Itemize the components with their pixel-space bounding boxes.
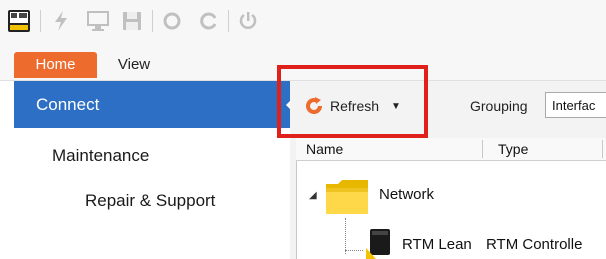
undo-icon[interactable] [158, 8, 186, 34]
grouping-select[interactable]: Interfac [545, 92, 606, 118]
nav-item-connect[interactable]: Connect [14, 81, 290, 128]
nav-item-repair-support[interactable]: Repair & Support [85, 191, 215, 211]
app-logo-icon[interactable] [6, 8, 32, 34]
redo-icon[interactable] [194, 8, 222, 34]
left-navigation: Connect Maintenance Repair & Support [0, 81, 290, 259]
column-divider[interactable] [602, 140, 603, 158]
quick-access-toolbar [0, 0, 606, 46]
controller-device-icon [366, 229, 390, 259]
column-type[interactable]: Type [498, 141, 528, 157]
device-name[interactable]: RTM Lean [402, 236, 472, 253]
toolbar-separator [40, 10, 41, 32]
device-type: RTM Controlle [486, 236, 583, 253]
tab-view[interactable]: View [114, 52, 154, 78]
column-name[interactable]: Name [306, 141, 343, 157]
tree-connector [345, 218, 347, 254]
tree-connector [345, 250, 363, 252]
toolbar-separator [152, 10, 153, 32]
save-icon[interactable] [118, 8, 146, 34]
highlight-box [277, 65, 428, 138]
column-header: Name Type [296, 138, 606, 161]
column-divider[interactable] [482, 140, 483, 158]
power-icon[interactable] [234, 8, 262, 34]
expand-arrow-icon[interactable]: ◢ [309, 190, 317, 201]
tab-home[interactable]: Home [14, 52, 97, 78]
tree-item-network[interactable]: Network [379, 186, 434, 203]
monitor-icon[interactable] [84, 8, 112, 34]
flash-icon[interactable] [48, 8, 74, 34]
nav-item-maintenance[interactable]: Maintenance [52, 146, 149, 166]
toolbar-separator [228, 10, 229, 32]
folder-icon [326, 180, 368, 214]
grouping-label: Grouping [470, 98, 528, 114]
